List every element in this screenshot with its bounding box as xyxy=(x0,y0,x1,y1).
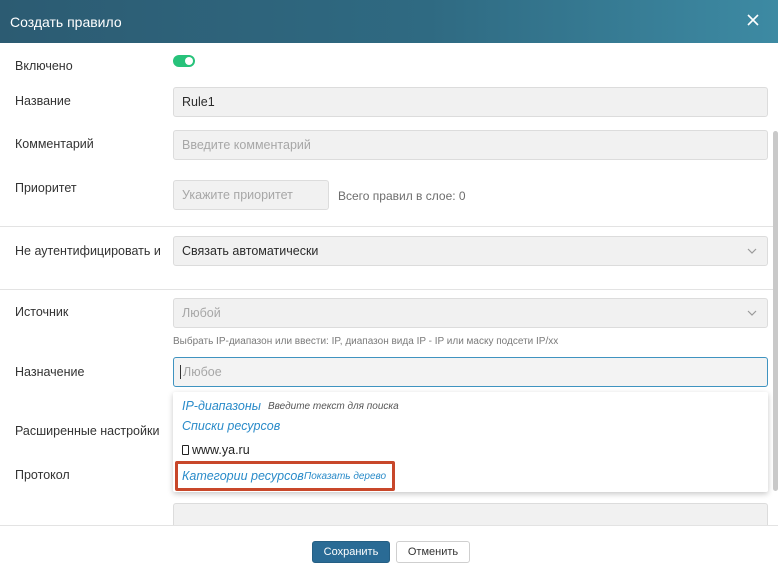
protocol-label: Протокол xyxy=(15,468,70,482)
source-hint: Выбрать IP-диапазон или ввести: IP, диап… xyxy=(173,336,559,347)
text-caret xyxy=(180,365,181,379)
cancel-button[interactable]: Отменить xyxy=(396,541,470,563)
noauth-label: Не аутентифицировать и xyxy=(15,244,161,258)
priority-note: Всего правил в слое: 0 xyxy=(338,189,466,203)
name-input[interactable]: Rule1 xyxy=(173,87,768,117)
destination-label: Назначение xyxy=(15,365,85,379)
search-hint: Введите текст для поиска xyxy=(268,401,399,412)
close-icon[interactable] xyxy=(744,11,762,29)
phone-icon xyxy=(182,445,189,455)
section-divider xyxy=(0,289,778,290)
destination-dropdown: IP-диапазоны Введите текст для поиска Сп… xyxy=(173,392,768,492)
dialog-title: Создать правило xyxy=(10,13,122,30)
protocol-select[interactable] xyxy=(173,503,768,525)
noauth-select-value: Связать автоматически xyxy=(182,244,319,258)
enabled-toggle[interactable] xyxy=(173,55,195,67)
chevron-down-icon xyxy=(747,248,757,254)
destination-placeholder: Любое xyxy=(183,365,222,379)
chevron-down-icon xyxy=(747,310,757,316)
resource-lists-link[interactable]: Списки ресурсов xyxy=(182,419,280,433)
advanced-settings-label[interactable]: Расширенные настройки xyxy=(15,424,159,438)
source-select[interactable]: Любой xyxy=(173,298,768,328)
dialog-body: Включено Название Rule1 Комментарий Введ… xyxy=(0,43,778,525)
dialog-footer: Сохранить Отменить xyxy=(0,525,778,572)
priority-input[interactable]: Укажите приоритет xyxy=(173,180,329,210)
source-label: Источник xyxy=(15,305,69,319)
destination-input[interactable]: Любое xyxy=(173,357,768,387)
dialog-header: Создать правило xyxy=(0,0,778,43)
comment-label: Комментарий xyxy=(15,137,94,151)
enabled-label: Включено xyxy=(15,59,73,73)
save-button[interactable]: Сохранить xyxy=(312,541,390,563)
list-item[interactable]: www.ya.ru xyxy=(182,443,250,457)
ip-ranges-link[interactable]: IP-диапазоны xyxy=(182,399,261,413)
comment-input[interactable]: Введите комментарий xyxy=(173,130,768,160)
highlight-box xyxy=(175,461,395,491)
name-label: Название xyxy=(15,94,71,108)
noauth-select[interactable]: Связать автоматически xyxy=(173,236,768,266)
scrollbar[interactable] xyxy=(773,131,778,491)
source-select-value: Любой xyxy=(182,306,221,320)
list-item-label: www.ya.ru xyxy=(192,443,250,457)
section-divider xyxy=(0,226,778,227)
priority-label: Приоритет xyxy=(15,181,77,195)
